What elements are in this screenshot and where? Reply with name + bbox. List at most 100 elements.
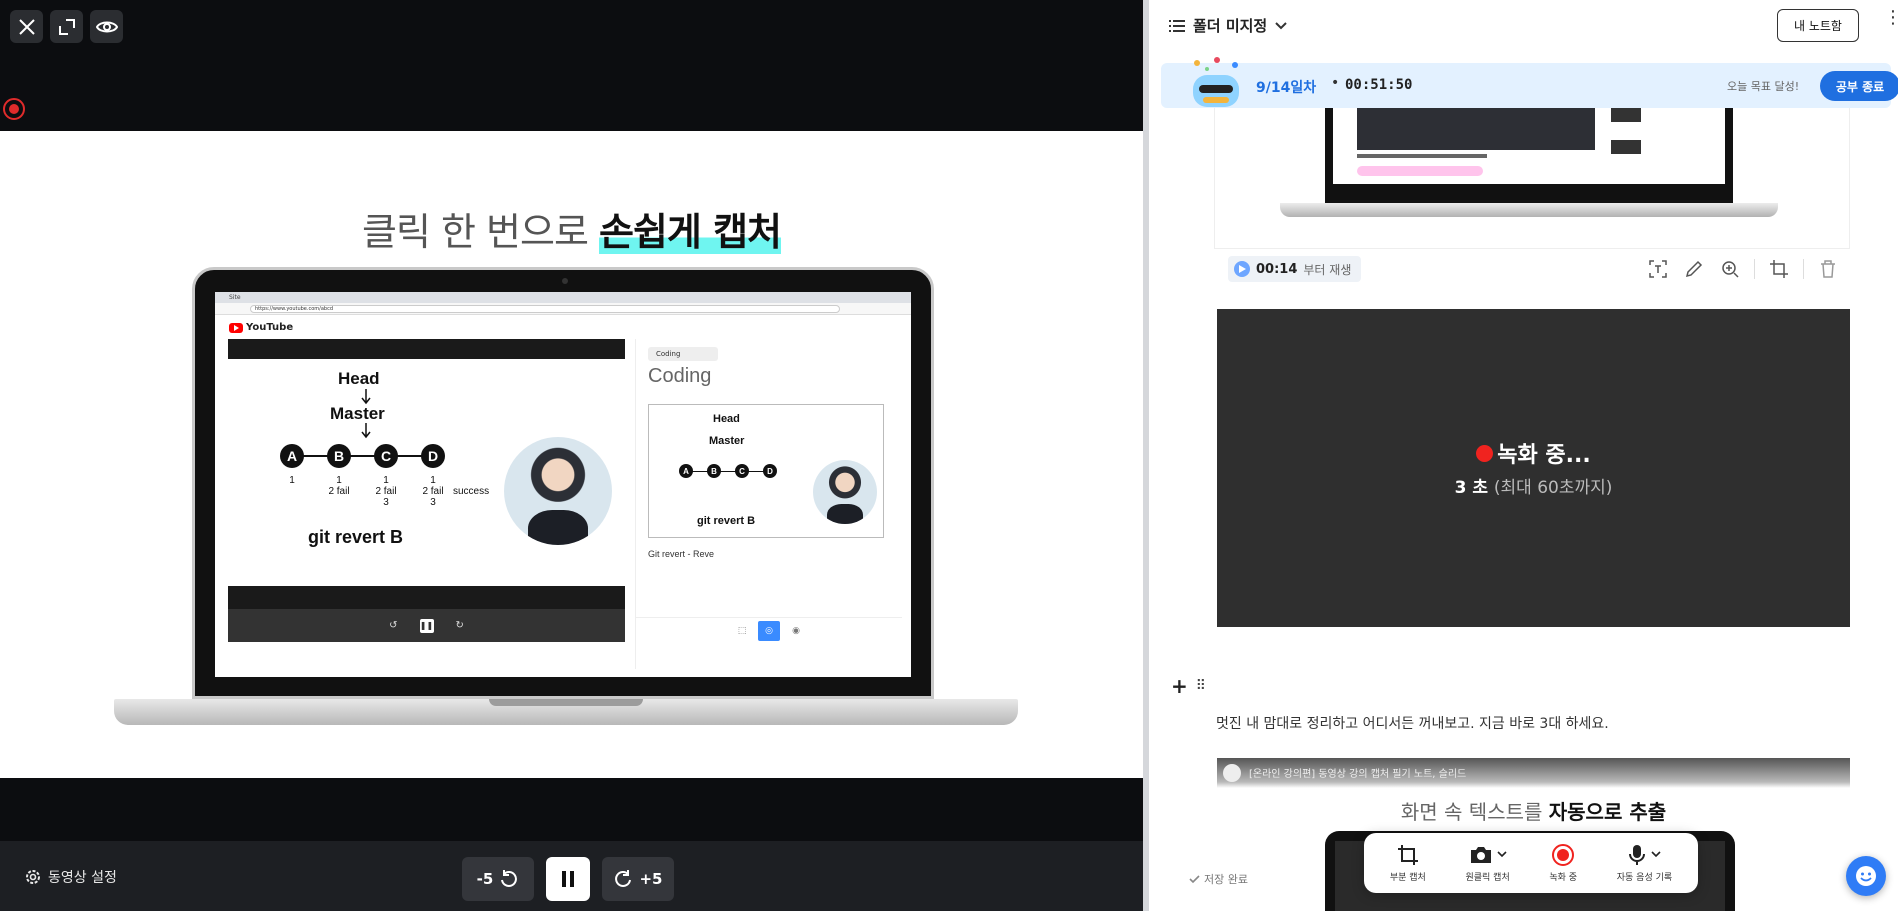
app-root: 클릭 한 번으로 손쉽게 캡처 Site https://www.youtube… bbox=[0, 0, 1898, 911]
play-from-button[interactable]: 00:14 부터 재생 bbox=[1228, 256, 1362, 282]
capture-laptop bbox=[1280, 108, 1778, 238]
delete-button[interactable] bbox=[1816, 257, 1840, 281]
capture-toolbar: 00:14 부터 재생 bbox=[1214, 248, 1850, 288]
zoom-button[interactable] bbox=[1718, 257, 1742, 281]
slide-title-plain: 클릭 한 번으로 bbox=[361, 210, 599, 254]
forward-icon: ↻ bbox=[455, 620, 464, 631]
resize-button[interactable] bbox=[50, 10, 83, 43]
view-toggle-button[interactable] bbox=[90, 10, 123, 43]
crop-icon bbox=[1770, 260, 1788, 278]
chat-support-button[interactable] bbox=[1846, 856, 1886, 896]
close-button[interactable] bbox=[10, 10, 43, 43]
pause-button[interactable] bbox=[546, 857, 590, 901]
instructor-avatar bbox=[813, 460, 877, 524]
text-extract-button[interactable] bbox=[1646, 257, 1670, 281]
playback-controls: -5 +5 bbox=[462, 857, 674, 901]
tool-separator bbox=[1803, 259, 1804, 279]
youtube-label: YouTube bbox=[246, 322, 294, 333]
instructor-avatar bbox=[504, 437, 612, 545]
commit-node: D bbox=[421, 444, 445, 468]
commit-line bbox=[685, 471, 765, 472]
channel-icon bbox=[1223, 764, 1241, 782]
forward-icon bbox=[615, 870, 632, 887]
inner-note-text: Git revert - Reve bbox=[648, 549, 715, 559]
rewind-icon bbox=[501, 870, 518, 887]
drag-handle-icon[interactable]: ⠿ bbox=[1196, 678, 1206, 694]
goal-achieved-text: 오늘 목표 달성! bbox=[1727, 80, 1800, 93]
list-icon bbox=[1169, 19, 1185, 32]
end-study-button[interactable]: 공부 종료 bbox=[1820, 71, 1898, 101]
clip-title-bold: 자동으로 추출 bbox=[1548, 800, 1667, 824]
crop-button[interactable] bbox=[1767, 257, 1791, 281]
notes-panel: 폴더 미지정 내 노트함 ⋮ 9/14일차 • 00:51:50 오늘 목표 달… bbox=[1149, 0, 1898, 911]
recording-box: 녹화 중... 3 초 (최대 60초까지) bbox=[1217, 309, 1850, 627]
folder-label: 폴더 미지정 bbox=[1193, 17, 1268, 35]
record-indicator[interactable] bbox=[3, 98, 25, 120]
more-menu-icon[interactable]: ⋮ bbox=[1884, 9, 1898, 27]
laptop-screen: Site https://www.youtube.com/abcd YouTub… bbox=[215, 292, 911, 677]
microphone-icon bbox=[1629, 844, 1646, 865]
save-status: 저장 완료 bbox=[1189, 871, 1248, 887]
pencil-icon bbox=[1685, 260, 1703, 278]
video-settings-button[interactable]: 동영상 설정 bbox=[24, 867, 117, 887]
play-time: 00:14 bbox=[1256, 261, 1298, 277]
browser-tab: Site bbox=[215, 292, 911, 303]
commit-line bbox=[288, 455, 433, 457]
draw-button[interactable] bbox=[1682, 257, 1706, 281]
arrow-down-icon bbox=[361, 389, 371, 405]
inner-player-controls: ↺ ❚❚ ↻ bbox=[228, 609, 625, 642]
capture-laptop-base bbox=[1280, 203, 1778, 217]
partial-capture-label: 부분 캡처 bbox=[1389, 872, 1426, 883]
laptop-screen-frame: Site https://www.youtube.com/abcd YouTub… bbox=[192, 267, 934, 699]
capture-side-thumb bbox=[1611, 140, 1641, 154]
check-icon bbox=[1189, 874, 1200, 883]
capture-laptop-screen bbox=[1333, 108, 1725, 184]
add-block-icon[interactable]: + bbox=[1171, 674, 1188, 698]
commit-node: D bbox=[763, 464, 777, 478]
rewind-5-button[interactable]: -5 bbox=[462, 857, 534, 901]
laptop-base bbox=[114, 699, 1018, 725]
commit-node: A bbox=[679, 464, 693, 478]
forward-5-button[interactable]: +5 bbox=[602, 857, 674, 901]
one-click-capture-button[interactable]: 원클릭 캡처 bbox=[1465, 844, 1510, 883]
study-day: 9/14일차 bbox=[1256, 80, 1317, 96]
recording-limit: (최대 60초까지) bbox=[1493, 478, 1613, 498]
partial-capture-button[interactable]: 부분 캡처 bbox=[1390, 844, 1426, 883]
slide-title: 클릭 한 번으로 손쉽게 캡처 bbox=[0, 201, 1143, 256]
clip-header: [온라인 강의편] 동영상 강의 캡처 필기 노트, 슬리드 bbox=[1217, 758, 1850, 788]
study-status-bar: 9/14일차 • 00:51:50 오늘 목표 달성! 공부 종료 bbox=[1161, 57, 1898, 108]
gear-icon bbox=[26, 870, 40, 884]
auto-voice-record-button[interactable]: 자동 음성 기록 bbox=[1617, 844, 1672, 883]
inner-video: Head Master A B C D 1 1 2 fail 1 2 fail … bbox=[228, 339, 625, 642]
git-master-label: Master bbox=[709, 435, 745, 447]
player-controls: 동영상 설정 -5 +5 bbox=[0, 841, 1143, 911]
capture-video-thumb bbox=[1357, 108, 1595, 150]
commit-node: C bbox=[735, 464, 749, 478]
folder-selector[interactable]: 폴더 미지정 bbox=[1169, 15, 1287, 36]
eye-icon bbox=[95, 21, 118, 32]
text-extract-icon bbox=[1649, 260, 1667, 278]
resize-icon bbox=[58, 18, 75, 35]
video-frame[interactable]: 클릭 한 번으로 손쉽게 캡처 Site https://www.youtube… bbox=[0, 131, 1143, 778]
recording-button[interactable]: 녹화 중 bbox=[1549, 843, 1578, 883]
capture-image[interactable] bbox=[1214, 108, 1850, 248]
recording-label: 녹화 중 bbox=[1549, 872, 1578, 883]
one-click-capture-icon: ◎ bbox=[758, 620, 780, 641]
browser-url: https://www.youtube.com/abcd bbox=[250, 305, 840, 313]
play-suffix: 부터 재생 bbox=[1303, 262, 1352, 277]
my-notes-button[interactable]: 내 노트함 bbox=[1777, 9, 1859, 42]
video-player: 클릭 한 번으로 손쉽게 캡처 Site https://www.youtube… bbox=[0, 0, 1143, 911]
forward-label: +5 bbox=[639, 870, 663, 888]
clip-header-title: [온라인 강의편] 동영상 강의 캡처 필기 노트, 슬리드 bbox=[1249, 769, 1467, 780]
clip-title-plain: 화면 속 텍스트를 bbox=[1400, 800, 1549, 824]
capture-tools bbox=[1646, 257, 1840, 281]
git-revert-caption: git revert B bbox=[308, 527, 404, 547]
git-master-label: Master bbox=[330, 404, 385, 423]
pause-icon: ❚❚ bbox=[419, 618, 434, 633]
coding-title: Coding bbox=[648, 365, 712, 387]
record-dot-icon bbox=[1476, 444, 1494, 462]
commit-node: A bbox=[280, 444, 304, 468]
youtube-logo: YouTube bbox=[229, 322, 293, 333]
capture-card: 00:14 부터 재생 bbox=[1214, 108, 1850, 288]
note-text[interactable]: 멋진 내 맘대로 정리하고 어디서든 꺼내보고. 지금 바로 3대 하세요. bbox=[1216, 713, 1609, 733]
